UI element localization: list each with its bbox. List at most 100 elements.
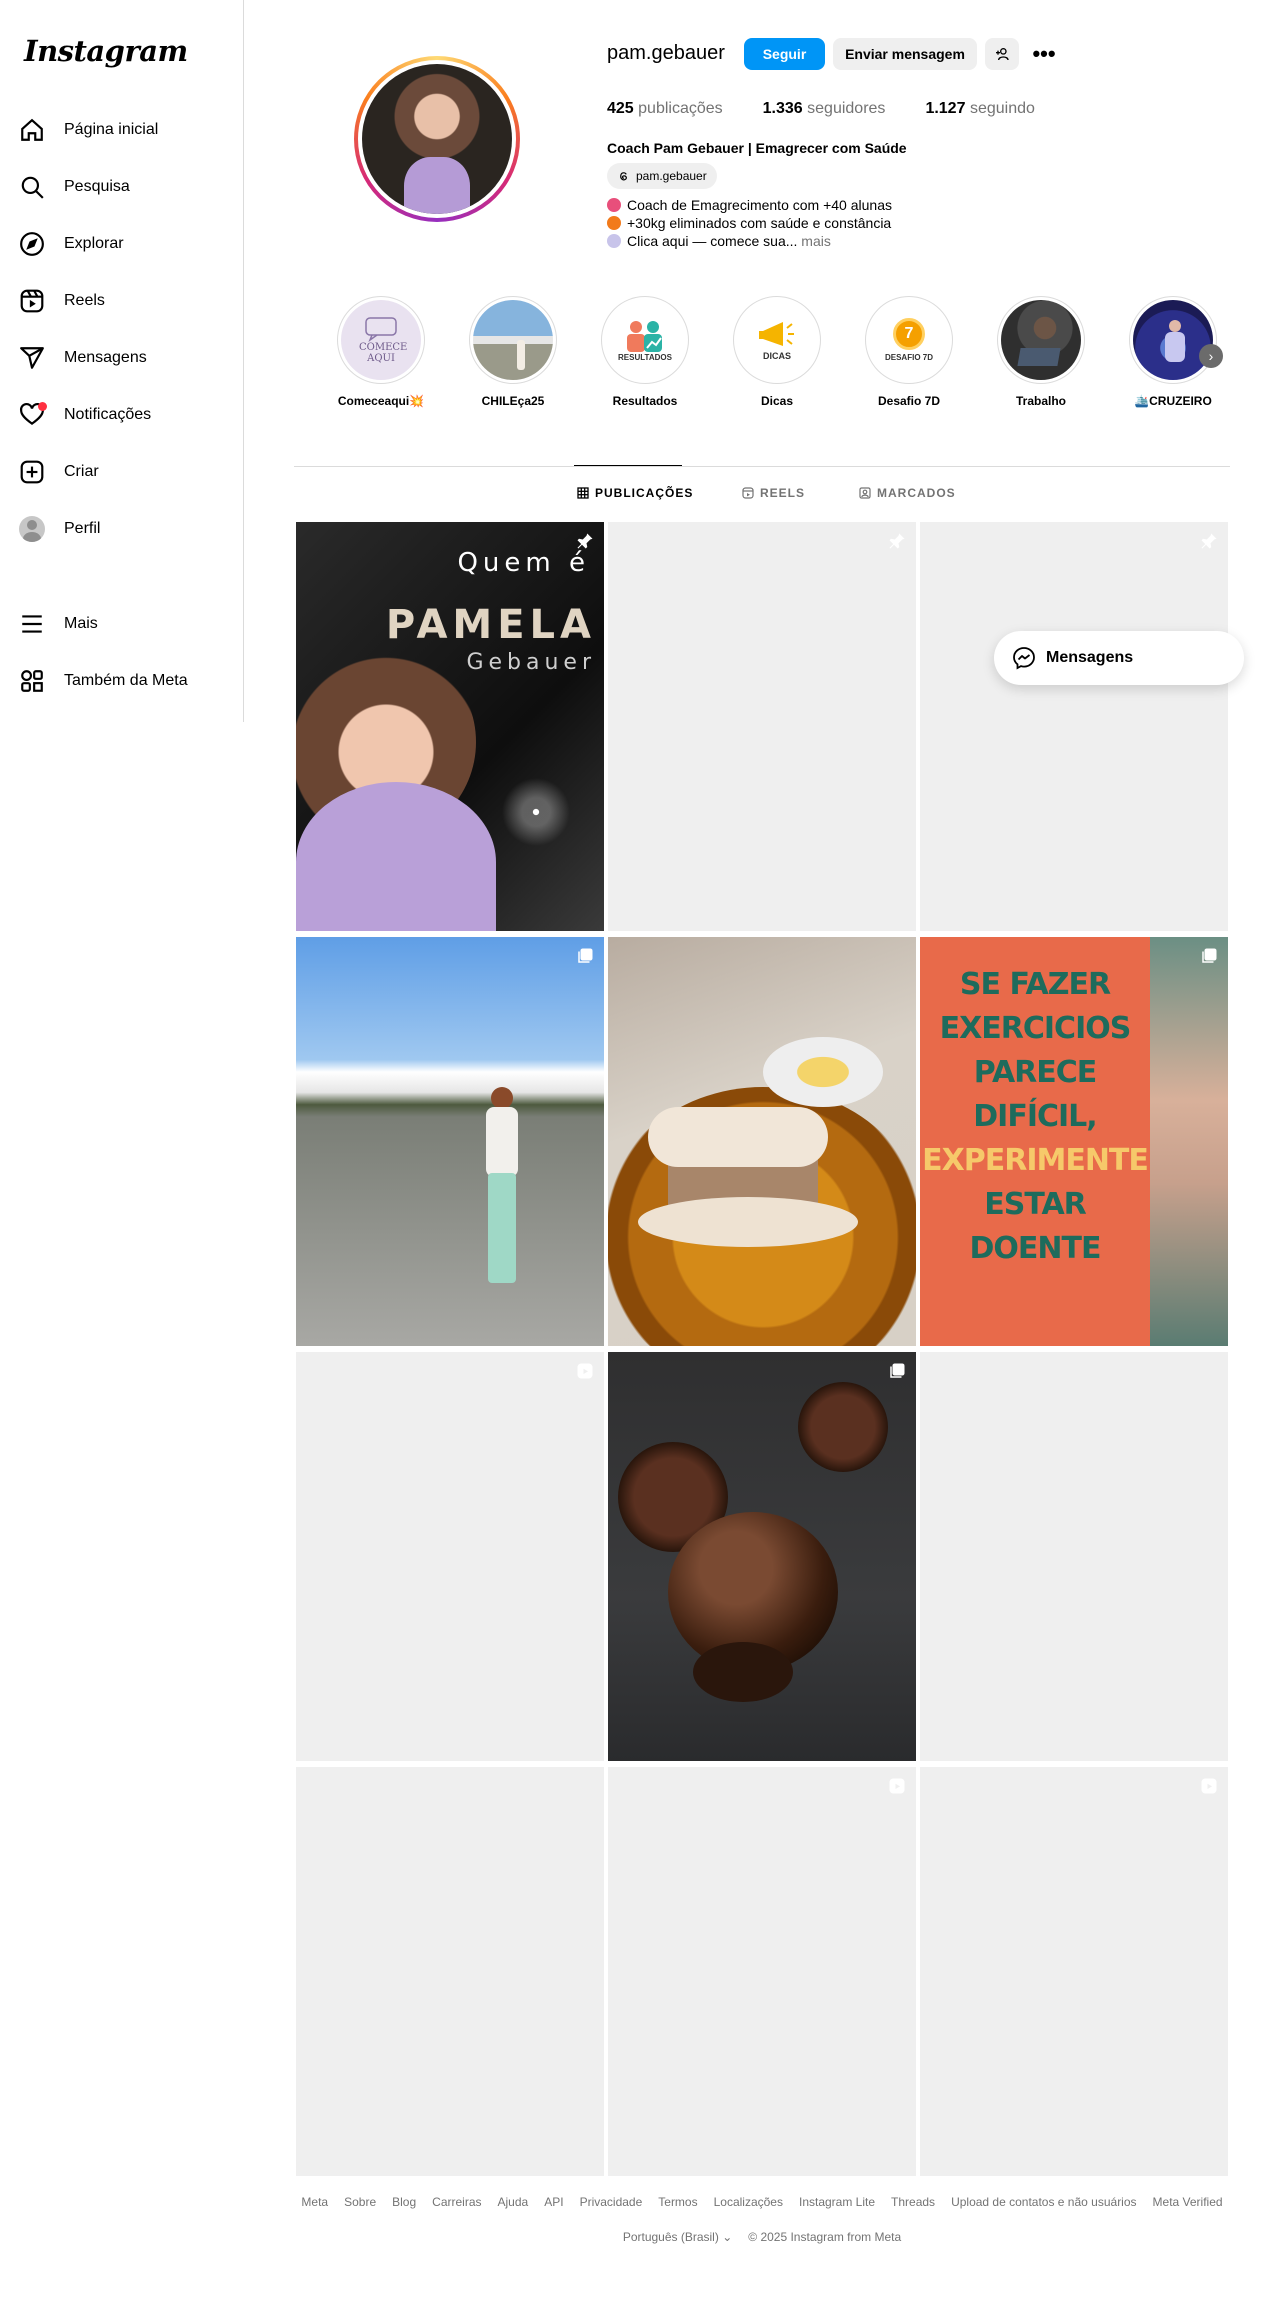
tab-active-indicator — [574, 465, 682, 466]
footer-link[interactable]: Ajuda — [498, 2195, 529, 2209]
floating-messages-button[interactable]: Mensagens — [994, 631, 1244, 685]
footer-link[interactable]: Meta — [301, 2195, 328, 2209]
profile-username: pam.gebauer — [607, 42, 725, 64]
sidebar-item-meta[interactable]: Também da Meta — [12, 657, 232, 705]
send-message-button[interactable]: Enviar mensagem — [833, 38, 977, 70]
post-tile[interactable] — [608, 937, 916, 1346]
sidebar-item-notifications[interactable]: Notificações — [12, 391, 232, 439]
heart-icon — [12, 391, 52, 439]
pinned-icon — [889, 533, 905, 549]
compass-icon — [12, 220, 52, 268]
sidebar-item-label: Também da Meta — [64, 672, 188, 689]
home-icon — [12, 106, 52, 154]
notification-dot — [38, 402, 47, 411]
footer-link[interactable]: Instagram Lite — [799, 2195, 875, 2209]
profile-bio: Coach de Emagrecimento com +40 alunas +3… — [607, 196, 892, 250]
sidebar-item-label: Explorar — [64, 235, 124, 252]
carousel-icon — [890, 1363, 905, 1378]
post-tile[interactable] — [608, 522, 916, 931]
highlight-label: CHILEça25 — [481, 394, 545, 408]
post-overlay-line3: Gebauer — [466, 650, 596, 675]
highlight-comece-aqui[interactable]: COMECE AQUI Comeceaqui💥 — [333, 296, 429, 408]
plus-square-icon — [12, 448, 52, 496]
following-stat[interactable]: 1.127 seguindo — [925, 100, 1034, 118]
threads-link[interactable]: pam.gebauer — [607, 163, 717, 189]
profile-stats: 425 publicações 1.336 seguidores 1.127 s… — [607, 100, 1035, 118]
post-tile[interactable] — [608, 1767, 916, 2176]
add-person-icon — [996, 48, 1009, 61]
speech-emoji-icon — [607, 234, 621, 248]
megaphone-icon — [759, 322, 794, 346]
sidebar-item-more[interactable]: Mais — [12, 600, 232, 648]
tab-tagged[interactable]: MARCADOS — [859, 486, 956, 500]
sidebar: Instagram Página inicial Pesquisa Explor… — [0, 0, 244, 722]
language-selector[interactable]: Português (Brasil) ⌄ — [623, 2230, 732, 2244]
grid-icon — [577, 487, 589, 499]
tab-posts[interactable]: PUBLICAÇÕES — [577, 486, 693, 500]
post-overlay-line2: PAMELA — [385, 602, 596, 648]
footer-link[interactable]: Privacidade — [580, 2195, 643, 2209]
post-tile[interactable]: Quem é PAMELA Gebauer — [296, 522, 604, 931]
sidebar-item-explore[interactable]: Explorar — [12, 220, 232, 268]
post-tile[interactable]: SE FAZER EXERCICIOS PARECE DIFÍCIL, EXPE… — [920, 937, 1228, 1346]
sidebar-item-label: Página inicial — [64, 121, 159, 138]
footer-link[interactable]: API — [544, 2195, 563, 2209]
sidebar-item-label: Mensagens — [64, 349, 147, 366]
post-tile[interactable] — [608, 1352, 916, 1761]
meta-apps-icon — [12, 657, 52, 705]
posts-stat: 425 publicações — [607, 100, 723, 117]
followers-stat[interactable]: 1.336 seguidores — [763, 100, 886, 118]
menu-icon — [12, 600, 52, 648]
footer-link[interactable]: Localizações — [714, 2195, 783, 2209]
sidebar-item-reels[interactable]: Reels — [12, 277, 232, 325]
instagram-logo[interactable]: Instagram — [24, 34, 188, 68]
footer-bottom: Português (Brasil) ⌄ © 2025 Instagram fr… — [294, 2230, 1230, 2244]
pinned-icon — [577, 533, 593, 549]
threads-icon — [620, 171, 627, 180]
post-tile[interactable] — [920, 1767, 1228, 2176]
sidebar-item-home[interactable]: Página inicial — [12, 106, 232, 154]
footer-link[interactable]: Upload de contatos e não usuários — [951, 2195, 1136, 2209]
footer-link[interactable]: Sobre — [344, 2195, 376, 2209]
highlight-trabalho[interactable]: Trabalho — [993, 296, 1089, 408]
reel-icon — [577, 1363, 593, 1379]
sidebar-item-label: Perfil — [64, 520, 101, 537]
footer-link[interactable]: Meta Verified — [1153, 2195, 1223, 2209]
highlight-chile[interactable]: CHILEça25 — [465, 296, 561, 408]
tagged-icon — [859, 487, 871, 499]
highlight-desafio[interactable]: 7 DESAFIO 7D Desafio 7D — [861, 296, 957, 408]
more-options-icon[interactable]: ••• — [1027, 38, 1061, 70]
sidebar-item-messages[interactable]: Mensagens — [12, 334, 232, 382]
chevron-down-icon: ⌄ — [722, 2230, 733, 2244]
tab-reels[interactable]: REELS — [742, 486, 805, 500]
footer-link[interactable]: Threads — [891, 2195, 935, 2209]
avatar — [19, 516, 45, 542]
profile-full-name: Coach Pam Gebauer | Emagrecer com Saúde — [607, 140, 907, 156]
highlight-label: Comeceaqui💥 — [337, 394, 425, 408]
sidebar-item-label: Criar — [64, 463, 99, 480]
highlights-next-button[interactable]: › — [1199, 344, 1223, 368]
seven-badge-icon: 7 — [893, 318, 925, 350]
sidebar-item-search[interactable]: Pesquisa — [12, 163, 232, 211]
suggest-accounts-button[interactable] — [985, 38, 1019, 70]
post-tile[interactable] — [296, 937, 604, 1346]
post-tile[interactable] — [296, 1767, 604, 2176]
tab-divider — [294, 466, 1230, 467]
highlight-label: Desafio 7D — [877, 394, 941, 408]
highlight-resultados[interactable]: RESULTADOS Resultados — [597, 296, 693, 408]
post-tile[interactable] — [296, 1352, 604, 1761]
footer-link[interactable]: Blog — [392, 2195, 416, 2209]
copyright: © 2025 Instagram from Meta — [748, 2230, 902, 2244]
post-tile[interactable] — [920, 1352, 1228, 1761]
sidebar-item-label: Reels — [64, 292, 105, 309]
footer-link[interactable]: Carreiras — [432, 2195, 481, 2209]
sidebar-item-create[interactable]: Criar — [12, 448, 232, 496]
follow-button[interactable]: Seguir — [744, 38, 825, 70]
highlight-label: Dicas — [760, 394, 794, 408]
highlight-dicas[interactable]: DICAS Dicas — [729, 296, 825, 408]
post-tile[interactable] — [920, 522, 1228, 931]
sidebar-item-profile[interactable]: Perfil — [12, 505, 232, 553]
bio-more-link[interactable]: mais — [801, 233, 831, 249]
footer-link[interactable]: Termos — [658, 2195, 697, 2209]
profile-picture[interactable] — [354, 56, 520, 222]
